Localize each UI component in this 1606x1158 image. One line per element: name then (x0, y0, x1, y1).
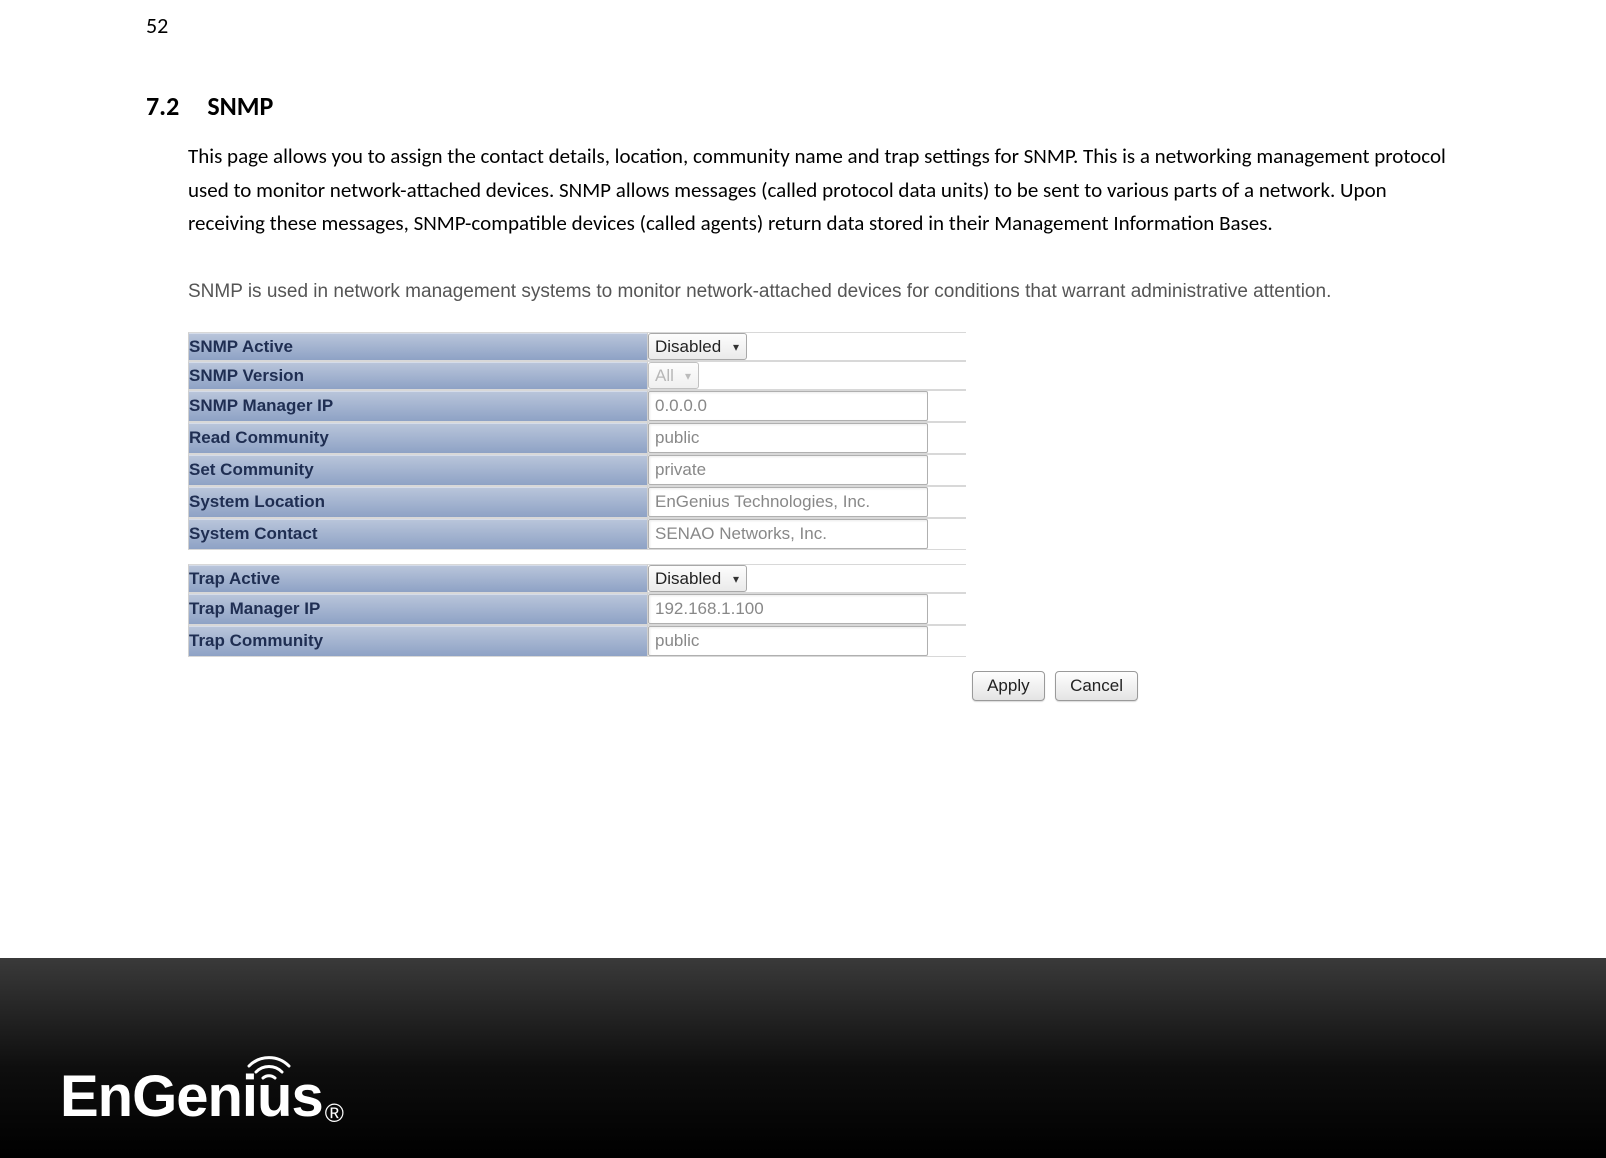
page-number: 52 (146, 12, 168, 39)
trap-community-input[interactable] (648, 626, 928, 656)
footer-bar: EnGenius® (0, 958, 1606, 1158)
snmp-settings-table: SNMP Active Disabled SNMP Version All (188, 332, 966, 657)
row-trap-active: Trap Active Disabled (188, 564, 966, 593)
intro-paragraph: This page allows you to assign the conta… (188, 140, 1448, 241)
snmp-version-select[interactable]: All (648, 362, 699, 389)
label-set-community: Set Community (188, 454, 648, 486)
row-system-contact: System Contact (188, 518, 966, 550)
row-trap-community: Trap Community (188, 625, 966, 657)
label-trap-manager-ip: Trap Manager IP (188, 593, 648, 625)
set-community-input[interactable] (648, 455, 928, 485)
trap-active-select-wrap: Disabled (648, 565, 747, 592)
row-trap-manager-ip: Trap Manager IP (188, 593, 966, 625)
snmp-active-select[interactable]: Disabled (648, 333, 747, 360)
system-location-input[interactable] (648, 487, 928, 517)
snmp-note: SNMP is used in network management syste… (188, 279, 1476, 305)
row-snmp-manager-ip: SNMP Manager IP (188, 390, 966, 422)
label-system-location: System Location (188, 486, 648, 518)
section-number: 7.2 (146, 90, 179, 122)
cancel-button[interactable]: Cancel (1055, 671, 1138, 701)
system-contact-input[interactable] (648, 519, 928, 549)
row-snmp-active: SNMP Active Disabled (188, 332, 966, 361)
label-system-contact: System Contact (188, 518, 648, 550)
row-system-location: System Location (188, 486, 966, 518)
snmp-active-select-wrap: Disabled (648, 333, 747, 360)
row-snmp-version: SNMP Version All (188, 361, 966, 390)
label-snmp-version: SNMP Version (188, 361, 648, 390)
apply-button[interactable]: Apply (972, 671, 1045, 701)
label-read-community: Read Community (188, 422, 648, 454)
snmp-version-select-wrap: All (648, 362, 699, 389)
action-button-row: Apply Cancel (188, 671, 1138, 701)
content-area: 7.2 SNMP This page allows you to assign t… (146, 90, 1476, 701)
label-snmp-manager-ip: SNMP Manager IP (188, 390, 648, 422)
section-title: SNMP (207, 90, 273, 122)
snmp-manager-ip-input[interactable] (648, 391, 928, 421)
trap-manager-ip-input[interactable] (648, 594, 928, 624)
row-set-community: Set Community (188, 454, 966, 486)
read-community-input[interactable] (648, 423, 928, 453)
label-trap-active: Trap Active (188, 564, 648, 593)
table-spacer (188, 550, 966, 564)
snmp-config-panel: SNMP Active Disabled SNMP Version All (188, 332, 966, 657)
logo-registered-mark: ® (325, 1098, 344, 1129)
trap-active-select[interactable]: Disabled (648, 565, 747, 592)
label-snmp-active: SNMP Active (188, 332, 648, 361)
logo-text: EnGenius (60, 1063, 323, 1130)
engenius-logo: EnGenius® (60, 1063, 344, 1130)
row-read-community: Read Community (188, 422, 966, 454)
label-trap-community: Trap Community (188, 625, 648, 657)
section-heading: 7.2 SNMP (146, 90, 1476, 122)
